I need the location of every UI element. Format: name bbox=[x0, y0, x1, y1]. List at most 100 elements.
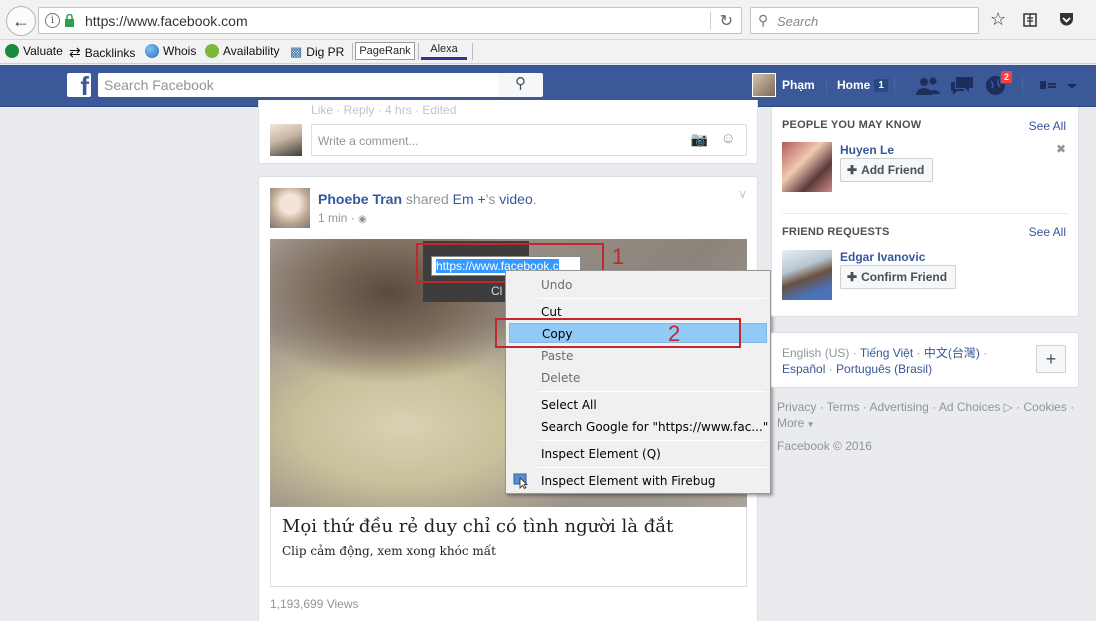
add-friend-icon: ✚ bbox=[847, 163, 858, 177]
facebook-search-placeholder: Search Facebook bbox=[104, 77, 214, 93]
bookmark-dig-pr[interactable]: ▩ Dig PR bbox=[290, 44, 344, 60]
avatar bbox=[752, 73, 776, 97]
preview-description: Clip cảm động, xem xong khóc mất bbox=[282, 544, 496, 558]
suggested-friend-name[interactable]: Huyen Le bbox=[840, 143, 894, 157]
comment-actions[interactable]: Like · Reply · 4 hrs · Edited bbox=[311, 103, 456, 117]
footer-link[interactable]: Advertising bbox=[869, 400, 928, 414]
menu-item-inspect-element[interactable]: Inspect Element (Q) bbox=[509, 444, 767, 464]
link-preview[interactable]: Mọi thứ đều rẻ duy chỉ có tình người là … bbox=[270, 507, 747, 587]
view-count: 1,193,699 Views bbox=[270, 597, 359, 611]
confirm-friend-button[interactable]: ✚ Confirm Friend bbox=[840, 265, 957, 289]
avatar[interactable] bbox=[782, 142, 832, 192]
comment-input[interactable]: Write a comment... 📷 ☺ bbox=[311, 124, 747, 156]
bookmarks-bar: Valuate ⇄ Backlinks Whois Availability ▩… bbox=[0, 40, 1096, 64]
bookmark-star-icon[interactable]: ☆ bbox=[990, 9, 1006, 30]
firebug-cursor-icon bbox=[513, 473, 529, 489]
swap-arrows-icon: ⇄ bbox=[69, 44, 81, 60]
back-arrow-icon[interactable]: ← bbox=[6, 6, 36, 36]
previous-post-comment-area: Like · Reply · 4 hrs · Edited Write a co… bbox=[258, 100, 758, 164]
footer-link[interactable]: Terms bbox=[827, 400, 860, 414]
menu-item-paste[interactable]: Paste bbox=[509, 346, 767, 366]
add-friend-button[interactable]: ✚ Add Friend bbox=[840, 158, 934, 182]
bookmark-availability[interactable]: Availability bbox=[205, 44, 279, 58]
search-icon: ⚲ bbox=[515, 75, 526, 92]
dollar-icon bbox=[5, 44, 19, 58]
browser-search-placeholder: Search bbox=[777, 14, 819, 29]
menu-separator bbox=[538, 391, 766, 392]
emoji-icon[interactable]: ☺ bbox=[721, 130, 736, 147]
post-timestamp[interactable]: 1 min · ◉ bbox=[318, 211, 367, 225]
search-icon: ⚲ bbox=[758, 12, 769, 28]
header-divider bbox=[894, 77, 895, 95]
chevron-down-icon[interactable]: ∨ bbox=[738, 187, 747, 201]
camera-icon[interactable]: 📷 bbox=[691, 131, 708, 148]
ad-choices-icon: ▷ bbox=[1003, 400, 1013, 414]
pocket-icon[interactable] bbox=[1058, 11, 1075, 28]
friend-requests-icon[interactable] bbox=[916, 76, 940, 96]
browser-search-box[interactable]: ⚲ Search bbox=[750, 7, 979, 34]
context-menu: Undo Cut Copy Paste Delete Select All Se… bbox=[505, 270, 771, 494]
pagerank-widget[interactable]: PageRank bbox=[355, 42, 415, 60]
reading-list-icon[interactable] bbox=[1022, 12, 1038, 28]
menu-item-select-all[interactable]: Select All bbox=[509, 395, 767, 415]
magnifier-icon bbox=[205, 44, 219, 58]
avatar[interactable] bbox=[782, 250, 832, 300]
messages-icon[interactable] bbox=[950, 76, 974, 96]
add-friend-icon: ✚ bbox=[847, 270, 858, 284]
browser-nav-bar: ← i https://www.facebook.com ↻ ⚲ Search … bbox=[0, 0, 1096, 40]
footer-link[interactable]: More bbox=[777, 416, 804, 430]
language-option[interactable]: Español bbox=[782, 362, 825, 376]
language-option[interactable]: Tiếng Việt bbox=[860, 346, 913, 360]
language-list: English (US) · Tiếng Việt · 中文(台灣) · Esp… bbox=[782, 346, 988, 376]
notification-count-badge: 2 bbox=[1000, 70, 1014, 84]
add-language-button[interactable]: + bbox=[1036, 345, 1066, 373]
menu-item-search-google[interactable]: Search Google for "https://www.fac..." bbox=[509, 417, 768, 437]
post-video-link[interactable]: video bbox=[499, 191, 532, 207]
bookmark-divider bbox=[472, 43, 473, 60]
menu-item-undo[interactable]: Undo bbox=[509, 275, 767, 295]
language-option[interactable]: Português (Brasil) bbox=[836, 362, 932, 376]
network-icon: ▩ bbox=[290, 44, 303, 59]
bookmark-backlinks[interactable]: ⇄ Backlinks bbox=[69, 44, 135, 61]
bookmark-valuate[interactable]: Valuate bbox=[5, 44, 63, 58]
home-link[interactable]: Home 1 bbox=[837, 78, 888, 92]
info-icon[interactable]: i bbox=[45, 13, 60, 28]
post-author-link[interactable]: Phoebe Tran bbox=[318, 191, 402, 207]
friend-request-name[interactable]: Edgar Ivanovic bbox=[840, 250, 925, 264]
url-text: https://www.facebook.com bbox=[85, 13, 248, 29]
comment-placeholder: Write a comment... bbox=[318, 134, 419, 148]
alexa-widget[interactable]: Alexa bbox=[421, 42, 467, 60]
footer-link[interactable]: Privacy bbox=[777, 400, 816, 414]
sidebar-suggestions: PEOPLE YOU MAY KNOW See All Huyen Le ✚ A… bbox=[771, 107, 1079, 317]
menu-separator bbox=[538, 440, 766, 441]
avatar[interactable] bbox=[270, 188, 310, 228]
reload-icon[interactable]: ↻ bbox=[720, 11, 733, 31]
post-source-link[interactable]: Em + bbox=[453, 191, 486, 207]
language-option[interactable]: 中文(台灣) bbox=[924, 346, 980, 360]
see-all-people-link[interactable]: See All bbox=[1029, 119, 1066, 133]
profile-name: Phạm bbox=[782, 78, 815, 92]
copyright: Facebook © 2016 bbox=[777, 439, 872, 453]
menu-separator bbox=[538, 298, 766, 299]
see-all-requests-link[interactable]: See All bbox=[1029, 225, 1066, 239]
language-selector: English (US) · Tiếng Việt · 中文(台灣) · Esp… bbox=[771, 332, 1079, 388]
bookmark-whois[interactable]: Whois bbox=[145, 44, 196, 58]
url-bar[interactable]: i https://www.facebook.com ↻ bbox=[38, 7, 742, 34]
annotation-number-1: 1 bbox=[612, 244, 625, 269]
close-icon[interactable]: ✖ bbox=[1056, 142, 1066, 156]
facebook-search-button[interactable]: ⚲ bbox=[498, 73, 543, 97]
post-possessive: 's bbox=[485, 191, 496, 207]
footer-link[interactable]: Cookies bbox=[1024, 400, 1067, 414]
account-settings-icon[interactable] bbox=[1039, 79, 1079, 93]
profile-link[interactable]: Phạm bbox=[752, 73, 815, 97]
menu-item-inspect-firebug[interactable]: Inspect Element with Firebug bbox=[509, 471, 767, 491]
facebook-logo-icon[interactable]: f bbox=[67, 73, 91, 97]
home-count-badge: 1 bbox=[874, 78, 888, 92]
url-divider bbox=[710, 12, 711, 30]
video-overlay-label: Cl bbox=[491, 284, 503, 298]
facebook-search-input[interactable]: Search Facebook bbox=[98, 73, 498, 97]
bookmark-divider bbox=[352, 43, 353, 60]
lock-icon bbox=[65, 14, 74, 27]
menu-item-delete[interactable]: Delete bbox=[509, 368, 767, 388]
footer-link[interactable]: Ad Choices bbox=[939, 400, 1000, 414]
